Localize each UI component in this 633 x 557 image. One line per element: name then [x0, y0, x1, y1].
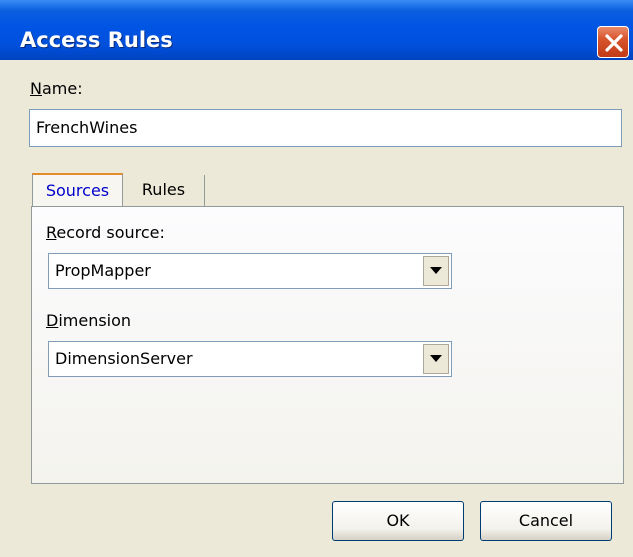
title-bar[interactable]: Access Rules	[0, 0, 633, 60]
tab-sources-label: Sources	[45, 181, 110, 200]
tab-rules-label: Rules	[141, 180, 186, 199]
record-source-value: PropMapper	[55, 261, 151, 280]
window-title: Access Rules	[20, 28, 173, 52]
tab-rules[interactable]: Rules	[123, 175, 205, 207]
chevron-down-icon	[430, 267, 442, 274]
chevron-down-icon	[430, 355, 442, 362]
dimension-label-mnemonic: D	[46, 311, 59, 330]
dimension-label-text: imension	[58, 311, 132, 330]
access-rules-dialog: Access Rules Name: FrenchWines Sources R…	[0, 0, 633, 557]
record-source-label: Record source:	[46, 223, 165, 242]
name-label: Name:	[30, 79, 83, 98]
close-icon	[605, 34, 623, 52]
dimension-dropdown-button[interactable]	[423, 344, 449, 374]
record-source-select[interactable]: PropMapper	[48, 253, 452, 289]
record-source-label-text: ecord source:	[56, 223, 165, 242]
dimension-label: Dimension	[46, 311, 131, 330]
dimension-value: DimensionServer	[55, 349, 193, 368]
record-source-dropdown-button[interactable]	[423, 256, 449, 286]
cancel-button[interactable]: Cancel	[480, 501, 612, 541]
name-label-text: ame:	[41, 79, 83, 98]
dimension-select[interactable]: DimensionServer	[48, 341, 452, 377]
name-label-mnemonic: N	[30, 79, 42, 98]
close-button[interactable]	[597, 26, 629, 58]
name-input[interactable]: FrenchWines	[29, 109, 622, 147]
tab-sources[interactable]: Sources	[32, 173, 123, 207]
sources-tab-panel: Record source: PropMapper Dimension Dime…	[31, 206, 624, 484]
record-source-label-mnemonic: R	[46, 223, 57, 242]
name-input-value: FrenchWines	[36, 118, 138, 137]
ok-button[interactable]: OK	[332, 501, 464, 541]
